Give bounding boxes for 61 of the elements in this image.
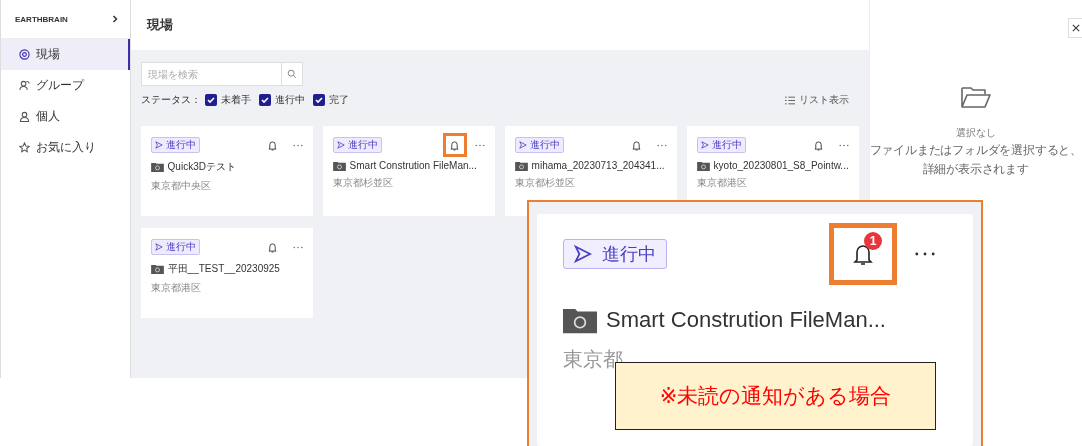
site-name: Quick3Dテスト — [167, 160, 236, 174]
status-text: 進行中 — [602, 243, 656, 266]
site-name: kyoto_20230801_S8_Pointw... — [713, 160, 849, 171]
status-text: 進行中 — [347, 138, 378, 152]
status-text: 進行中 — [165, 240, 196, 254]
list-icon — [784, 95, 795, 105]
sidebar-item[interactable]: お気に入り — [1, 132, 130, 163]
search-input[interactable]: 現場を検索 — [141, 63, 281, 85]
filter-label: 未着手 — [220, 93, 251, 107]
site-address: 東京都杉並区 — [332, 176, 394, 190]
search-field[interactable]: 現場を検索 — [140, 62, 303, 86]
send-icon — [154, 141, 163, 149]
notification-badge: 1 — [864, 232, 882, 250]
site-address: 東京都杉並区 — [514, 176, 576, 190]
folder-icon — [332, 160, 346, 171]
site-name: 平田__TEST__20230925 — [167, 262, 280, 276]
send-icon — [154, 243, 163, 251]
search-icon — [286, 69, 297, 79]
site-address: 東京都中央区 — [150, 179, 212, 193]
page-title: 現場 — [146, 16, 173, 34]
folder-icon — [150, 264, 164, 274]
sidebar-item[interactable]: グループ — [1, 70, 130, 101]
empty-title: 選択なし — [955, 126, 996, 140]
status-label: ステータス： — [140, 93, 201, 107]
note-box: ※未読の通知がある場合 — [615, 362, 936, 430]
send-icon — [574, 245, 592, 263]
brand-name: EARTHBRAIN — [15, 14, 68, 24]
filter-label: 進行中 — [274, 93, 305, 107]
status-text: 進行中 — [165, 138, 196, 152]
site-address: 東京都港区 — [696, 176, 748, 190]
send-icon — [700, 141, 709, 149]
folder-icon — [514, 160, 528, 171]
sidebar-item[interactable]: 現場 — [1, 39, 130, 70]
checkbox[interactable] — [258, 94, 271, 106]
filter-label: 完了 — [328, 93, 349, 107]
checkbox[interactable] — [312, 94, 325, 106]
close-button[interactable] — [1068, 18, 1082, 38]
site-name: Smart Constrution FileMan... — [606, 307, 886, 333]
status-text: 進行中 — [529, 138, 560, 152]
folder-icon — [563, 306, 597, 334]
person-icon — [19, 111, 30, 122]
more-icon[interactable] — [915, 252, 935, 256]
list-view-button[interactable]: リスト表示 — [784, 93, 849, 107]
star-icon — [19, 142, 30, 153]
folder-icon — [696, 160, 710, 171]
close-icon — [1071, 24, 1080, 32]
chevron-icon[interactable] — [111, 15, 118, 23]
pin-icon — [19, 49, 30, 60]
send-icon — [336, 141, 345, 149]
send-icon — [518, 141, 527, 149]
open-folder-icon — [960, 86, 991, 108]
empty-description: ファイルまたはフォルダを選択すると、 — [869, 143, 1082, 158]
site-address: 東京都港区 — [150, 281, 202, 295]
status-text: 進行中 — [711, 138, 742, 152]
folder-icon — [150, 162, 164, 172]
site-name: mihama_20230713_204341... — [531, 160, 665, 171]
empty-description: 詳細が表示されます — [922, 161, 1029, 177]
sidebar-item[interactable]: 個人 — [1, 101, 130, 132]
group-icon — [19, 80, 30, 91]
checkbox[interactable] — [204, 94, 217, 106]
site-name: Smart Constrution FileMan... — [349, 160, 477, 171]
